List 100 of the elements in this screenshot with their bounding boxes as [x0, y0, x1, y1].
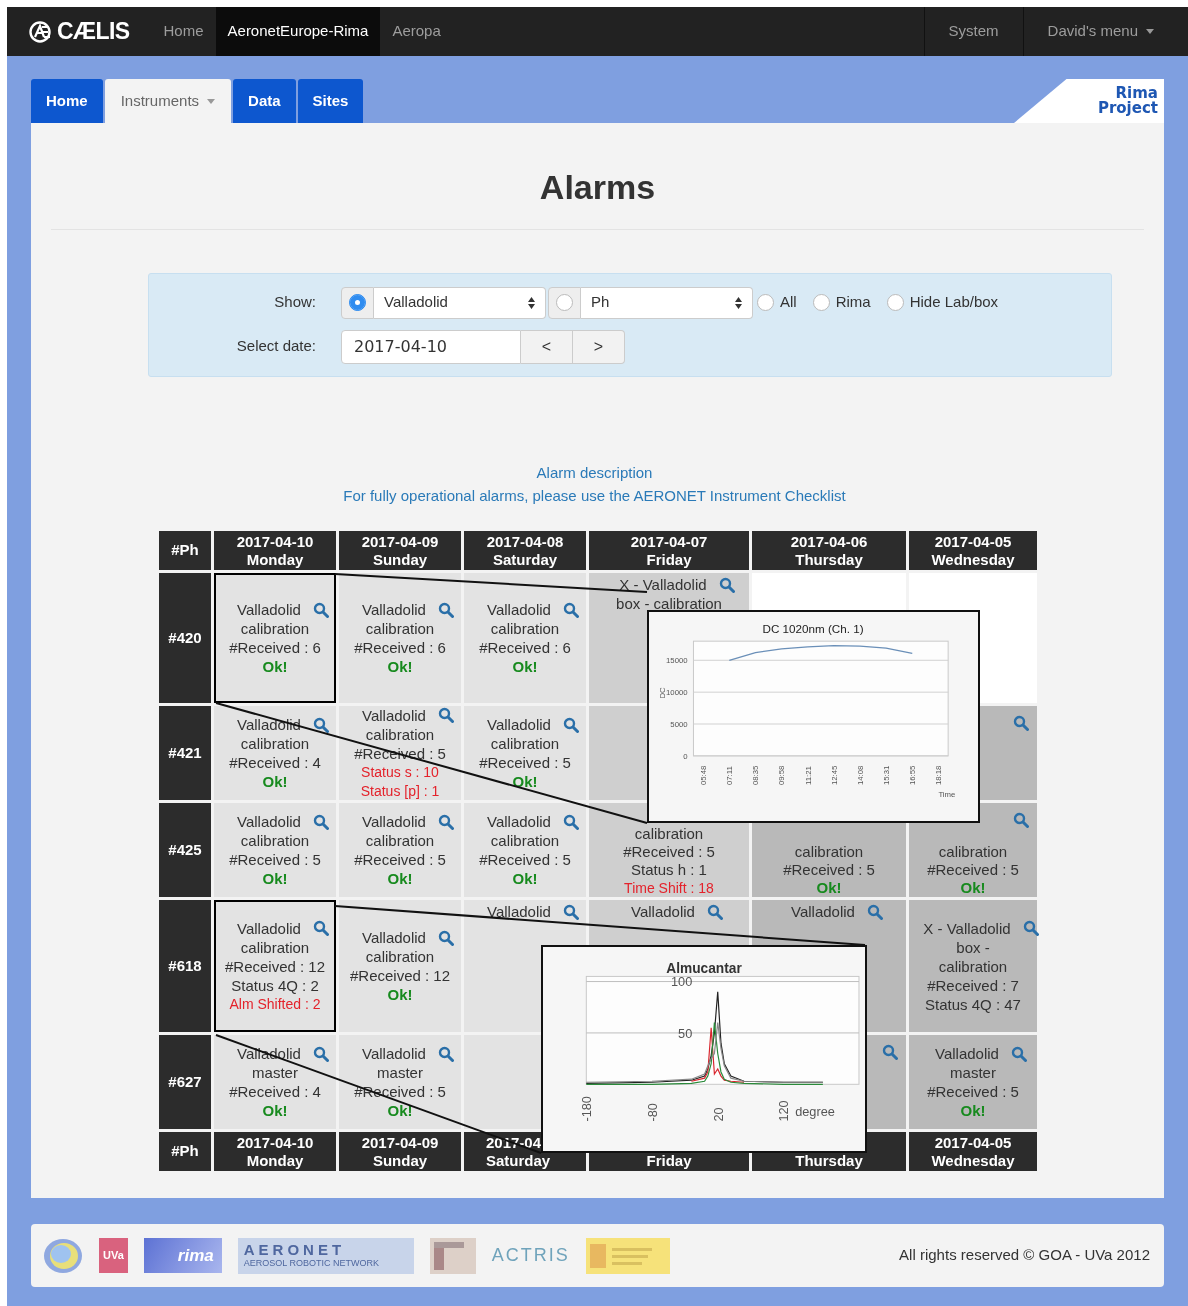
radio-button[interactable]: [349, 294, 366, 311]
tick-label: 11:21: [803, 766, 813, 786]
tick-label: 0: [683, 751, 688, 761]
previous-button[interactable]: <: [521, 329, 573, 364]
logo-text: CÆLIS: [57, 17, 130, 47]
status-ok: Ok!: [816, 879, 842, 897]
status-ok: Ok!: [387, 657, 413, 676]
column-header: 2017-04-09 Sunday: [339, 531, 461, 570]
radio-button[interactable]: [886, 294, 904, 311]
select-field[interactable]: Valladolid: [374, 286, 546, 319]
cell-text: Status 4Q : 47: [925, 994, 1021, 1014]
status-ok: Ok!: [387, 985, 413, 1004]
row-header: #425: [159, 803, 211, 897]
column-header: 2017-04-08 Saturday: [464, 531, 586, 570]
chart-title: Almucantar: [666, 960, 742, 976]
cell-text: calibration: [634, 825, 704, 843]
radio-label[interactable]: Hide Lab/box: [909, 291, 999, 314]
logo-text: ACTRIS: [491, 1244, 570, 1267]
cell-text: #Received : 5: [623, 843, 715, 861]
cell-text: #Received : 4: [229, 1082, 321, 1101]
column-header: #Ph: [159, 531, 211, 570]
cell-text: X - Valladolid: [923, 918, 1011, 938]
cell-text: Valladolid: [237, 600, 301, 619]
tick-label: 20: [710, 1107, 726, 1122]
nav-link[interactable]: Aeropa: [380, 7, 453, 56]
status-ok: Ok!: [960, 879, 986, 897]
column-header: 2017-04-10 Monday: [214, 531, 336, 570]
cell-text: Valladolid: [362, 812, 426, 831]
flag-logo-icon: [585, 1237, 670, 1274]
field-label: Show:: [273, 292, 317, 313]
status-ok: Ok!: [262, 772, 288, 791]
column-header: 2017-04-06 Thursday: [752, 531, 906, 570]
tick-label: 10000: [666, 688, 688, 698]
device-logo-icon: [429, 1237, 476, 1274]
search-icon[interactable]: [312, 716, 329, 733]
network-logo: AERONET AEROSOL ROBOTIC NETWORK: [237, 1237, 414, 1274]
cell-text: Valladolid: [237, 918, 301, 938]
cell-text: calibration: [365, 831, 435, 850]
radio-button[interactable]: [757, 294, 774, 311]
tick-label: 18:18: [934, 765, 944, 786]
column-header: #Ph: [159, 1132, 211, 1171]
copyright-text: All rights reserved © GOA - UVa 2012: [899, 1245, 1151, 1266]
cell-text: Valladolid: [487, 600, 551, 619]
globe-logo-icon: [43, 1237, 83, 1274]
tab[interactable]: Home: [31, 79, 103, 123]
nav-link[interactable]: System: [923, 7, 1023, 56]
select-arrows-icon: [735, 296, 742, 309]
cell-text: master: [377, 1063, 423, 1082]
cell-text: #Received : 6: [479, 638, 571, 657]
cell-text: #Received : 7: [927, 975, 1019, 995]
tick-label: 09:58: [777, 765, 787, 786]
status-ok: Ok!: [262, 869, 288, 888]
cell-text: Status 4Q : 2: [231, 975, 319, 995]
cell-text: Valladolid: [362, 928, 426, 947]
link[interactable]: For fully operational alarms, please use the AERONET Instrument Checklist: [343, 484, 846, 507]
axis-label: degree: [795, 1103, 835, 1119]
tick-label: 05:48: [699, 765, 709, 786]
logo-text: UVa: [99, 1238, 128, 1273]
next-button[interactable]: >: [573, 329, 625, 364]
nav-link[interactable]: David's menu: [1022, 7, 1188, 56]
cell-text: #Received : 12: [224, 956, 326, 976]
cell-text: calibration: [365, 724, 435, 744]
tick-label: 12:45: [829, 765, 839, 786]
nav-link[interactable]: AeronetEurope-Rima: [215, 7, 381, 56]
column-header: 2017-04-05 Wednesday: [909, 1132, 1037, 1171]
axis-label: Time: [938, 789, 956, 799]
tick-label: 16:55: [908, 765, 918, 786]
status-ok: Ok!: [387, 869, 413, 888]
status-ok: Ok!: [387, 1101, 413, 1120]
column-header: 2017-04-05 Wednesday: [909, 531, 1037, 570]
tab[interactable]: Instruments: [104, 79, 232, 123]
status-ok: Ok!: [960, 1101, 986, 1120]
select-field[interactable]: Ph: [581, 286, 753, 319]
status-ok: Ok!: [512, 869, 538, 888]
cell-text: Valladolid: [362, 600, 426, 619]
radio-label[interactable]: All: [780, 291, 797, 314]
cell-text: box - calibration: [616, 594, 722, 613]
cell-text: #Received : 5: [354, 850, 446, 869]
radio-button[interactable]: [556, 294, 573, 311]
tick-label: 14:08: [855, 765, 865, 786]
date-field[interactable]: 2017-04-10: [341, 329, 521, 364]
radio-label[interactable]: Rima: [835, 291, 871, 314]
alarm-text: Time Shift : 18: [624, 879, 714, 897]
cell-text: #Received : 6: [354, 638, 446, 657]
tab[interactable]: Sites: [297, 79, 364, 123]
link[interactable]: Alarm description: [536, 461, 653, 484]
cell-text: Status h : 1: [631, 861, 707, 879]
nav-link[interactable]: Home: [151, 7, 216, 56]
alarm-text: Status s : 10: [361, 762, 439, 782]
alarm-text: Alm Shifted : 2: [229, 994, 321, 1014]
row-header: #618: [159, 900, 211, 1032]
cell-text: #Received : 5: [927, 861, 1019, 879]
cell-text: #Received : 12: [349, 966, 451, 985]
radio-button[interactable]: [812, 294, 830, 311]
tab[interactable]: Data: [233, 79, 296, 123]
axis-label: DC: [658, 687, 668, 699]
cell-text: #Received : 5: [927, 1082, 1019, 1101]
status-ok: Ok!: [512, 657, 538, 676]
status-ok: Ok!: [512, 772, 538, 791]
cell-text: calibration: [365, 947, 435, 966]
